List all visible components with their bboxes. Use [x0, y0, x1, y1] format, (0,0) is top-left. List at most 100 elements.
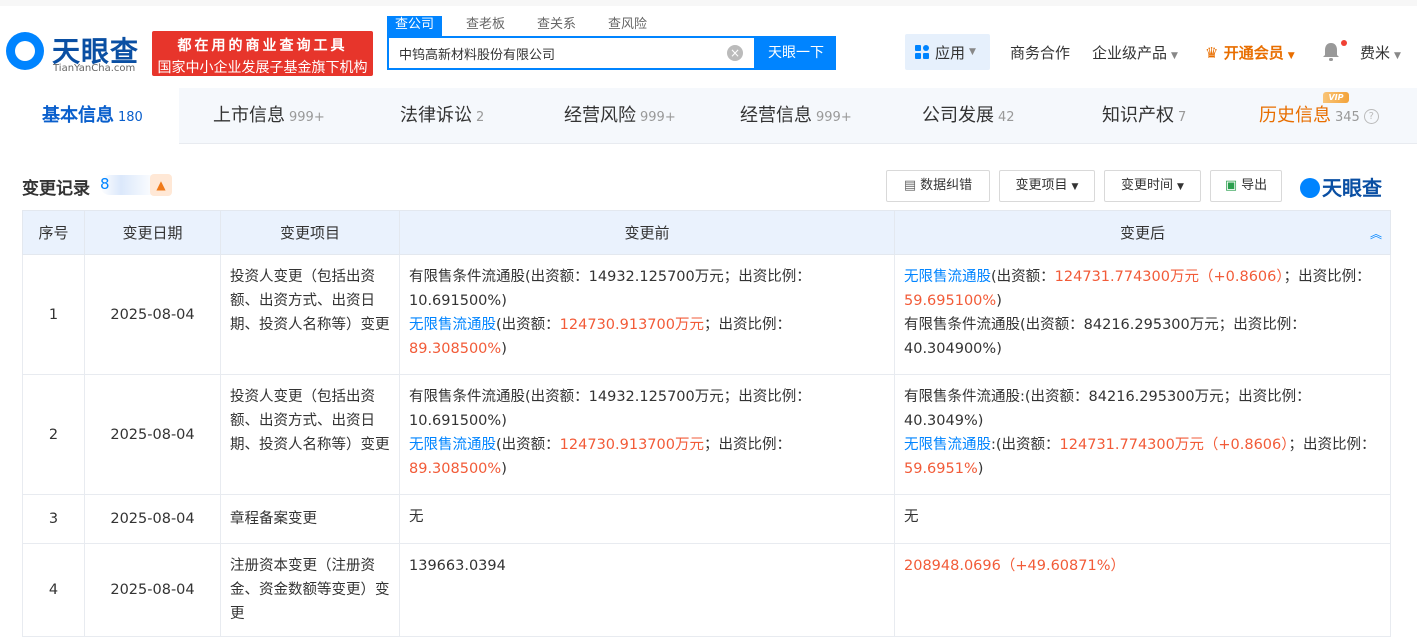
text: ) — [501, 461, 507, 477]
brand-watermark: 天眼查 — [1300, 172, 1382, 201]
table-row: 1 2025-08-04 投资人变更（包括出资额、出资方式、出资日期、投资人名称… — [22, 254, 1391, 375]
before-line: 有限售条件流通股(出资额：14932.125700万元；出资比例：10.6915… — [409, 269, 811, 309]
before-line: 无限售流通股(出资额：124730.913700万元；出资比例： 89.30850… — [409, 433, 885, 481]
text: (出资额： — [496, 317, 560, 333]
ratio: 89.308500% — [409, 461, 502, 477]
monitor-bell-icon[interactable]: ▲ — [150, 174, 172, 196]
col-item: 变更项目 — [220, 210, 400, 255]
tab-basic-info[interactable]: 基本信息 180 — [0, 88, 179, 144]
edit-doc-icon: ▤ — [903, 178, 917, 193]
tab-history[interactable]: 历史信息 345? — [1259, 88, 1379, 144]
shareholder-link[interactable]: 无限售流通股 — [904, 269, 991, 285]
export-button[interactable]: ▣ 导出 — [1210, 170, 1282, 202]
row-no: 3 — [22, 494, 85, 544]
row-before: 有限售条件流通股(出资额：14932.125700万元；出资比例：10.6915… — [399, 374, 895, 495]
tab-count: 345 — [1335, 110, 1360, 125]
nav-app-menu[interactable]: 应用 ▼ — [905, 34, 990, 70]
chevron-down-icon: ▼ — [1177, 182, 1184, 192]
brand-logo-icon — [1300, 178, 1320, 198]
clear-icon[interactable]: × — [727, 45, 743, 61]
excel-icon: ▣ — [1224, 178, 1238, 193]
tabs-bar: 基本信息 180 上市信息 999+ 法律诉讼 2 经营风险 999+ 经营信息 999+… — [0, 88, 1417, 144]
vip-badge: VIP — [1323, 92, 1349, 103]
tab-risk[interactable]: 经营风险 999+ — [564, 88, 676, 144]
row-after: 208948.0696（+49.60871%） — [894, 543, 1391, 637]
chevron-down-icon: ▼ — [1171, 51, 1178, 61]
tab-listing[interactable]: 上市信息 999+ — [213, 88, 325, 144]
crown-icon: ♛ — [1205, 44, 1219, 62]
promo-banner[interactable]: 都在用的商业查询工具 国家中小企业发展子基金旗下机构 — [152, 31, 373, 76]
ratio: 89.308500% — [409, 341, 502, 357]
section-title: 变更记录 — [22, 179, 90, 199]
amount: 124730.913700万元 — [559, 437, 704, 453]
search-box: × — [387, 36, 756, 70]
shareholder-link[interactable]: 无限售流通股 — [409, 317, 496, 333]
tab-count: 999+ — [640, 110, 676, 125]
search-tab-relation[interactable]: 查关系 — [529, 16, 584, 36]
tab-ip[interactable]: 知识产权 7 — [1102, 88, 1186, 144]
tab-count: 180 — [118, 110, 143, 125]
after-line: 无限售流通股(出资额：124731.774300万元（+0.8606）；出资比例… — [904, 265, 1381, 313]
nav-enterprise[interactable]: 企业级产品 ▼ — [1092, 42, 1178, 63]
logo-subtext: TianYanCha.com — [53, 63, 136, 74]
nav-business[interactable]: 商务合作 — [1010, 42, 1070, 63]
row-no: 1 — [22, 254, 85, 375]
change-item-label: 变更项目 — [1015, 178, 1068, 193]
tab-label: 经营信息 — [740, 105, 812, 126]
shareholder-link[interactable]: 无限售流通股 — [409, 437, 496, 453]
export-label: 导出 — [1241, 178, 1268, 193]
logo[interactable]: 天眼查 TianYanCha.com — [6, 30, 146, 76]
user-menu[interactable]: 费米 ▼ — [1360, 42, 1401, 63]
tab-count: 999+ — [289, 110, 325, 125]
row-item: 投资人变更（包括出资额、出资方式、出资日期、投资人名称等）变更 — [220, 374, 400, 495]
before-line: 有限售条件流通股(出资额：14932.125700万元；出资比例：10.6915… — [409, 389, 811, 429]
table-row: 2 2025-08-04 投资人变更（包括出资额、出资方式、出资日期、投资人名称… — [22, 374, 1391, 495]
collapse-icon[interactable]: ︽ — [1370, 225, 1382, 242]
after-line: 有限售条件流通股(出资额：84216.295300万元；出资比例：40.3049… — [904, 317, 1306, 357]
row-no: 4 — [22, 543, 85, 637]
row-after: 有限售条件流通股:(出资额：84216.295300万元；出资比例：40.304… — [894, 374, 1391, 495]
row-no: 2 — [22, 374, 85, 495]
nav-app-label: 应用 — [935, 43, 966, 62]
row-item: 章程备案变更 — [220, 494, 400, 544]
row-after: 无限售流通股(出资额：124731.774300万元（+0.8606）；出资比例… — [894, 254, 1391, 375]
search-input[interactable] — [389, 38, 709, 68]
table-header-row: 序号 变更日期 变更项目 变更前 变更后 ︽ — [22, 210, 1391, 255]
tab-label: 经营风险 — [564, 105, 636, 126]
user-name: 费米 — [1360, 44, 1391, 62]
tab-label: 知识产权 — [1102, 105, 1174, 126]
text: (出资额： — [991, 269, 1055, 285]
after-line: 无限售流通股:(出资额：124731.774300万元（+0.8606）；出资比… — [904, 433, 1381, 481]
bell-icon[interactable] — [1322, 42, 1340, 62]
tab-label: 法律诉讼 — [400, 105, 472, 126]
tab-operation[interactable]: 经营信息 999+ — [740, 88, 852, 144]
search-tab-risk[interactable]: 查风险 — [600, 16, 655, 36]
col-no: 序号 — [22, 210, 85, 255]
tab-lawsuit[interactable]: 法律诉讼 2 — [400, 88, 484, 144]
amount: 124730.913700万元 — [559, 317, 704, 333]
tab-count: 999+ — [816, 110, 852, 125]
row-date: 2025-08-04 — [84, 374, 221, 495]
help-icon[interactable]: ? — [1363, 108, 1379, 124]
tab-development[interactable]: 公司发展 42 — [922, 88, 1015, 144]
change-item-filter[interactable]: 变更项目 ▼ — [999, 170, 1095, 202]
tab-label: 基本信息 — [42, 105, 114, 126]
text: ；出资比例： — [704, 317, 791, 333]
search-button[interactable]: 天眼一下 — [756, 36, 836, 70]
shareholder-link[interactable]: 无限售流通股 — [904, 437, 991, 453]
nav-vip[interactable]: ♛ 开通会员 ▼ — [1205, 42, 1295, 63]
change-records-table: 序号 变更日期 变更项目 变更前 变更后 ︽ 1 2025-08-04 投资人变更… — [22, 210, 1391, 637]
tab-count: 7 — [1178, 110, 1187, 125]
search-tab-boss[interactable]: 查老板 — [458, 16, 513, 36]
nav-vip-label: 开通会员 — [1223, 44, 1284, 62]
search-tab-company[interactable]: 查公司 — [387, 16, 443, 36]
promo-line1: 都在用的商业查询工具 — [177, 38, 348, 54]
ratio: 59.6951% — [904, 461, 978, 477]
tab-count: 42 — [998, 110, 1015, 125]
text: :(出资额： — [991, 437, 1060, 453]
before-line: 无限售流通股(出资额：124730.913700万元；出资比例： 89.30850… — [409, 313, 885, 361]
data-correction-button[interactable]: ▤ 数据纠错 — [886, 170, 990, 202]
change-time-filter[interactable]: 变更时间 ▼ — [1104, 170, 1201, 202]
nav-enterprise-label: 企业级产品 — [1092, 44, 1168, 62]
change-records-section: 变更记录 8 ▲ ▤ 数据纠错 变更项目 ▼ 变更时间 ▼ ▣ 导出 天眼查 序号 变更… — [0, 144, 1417, 637]
